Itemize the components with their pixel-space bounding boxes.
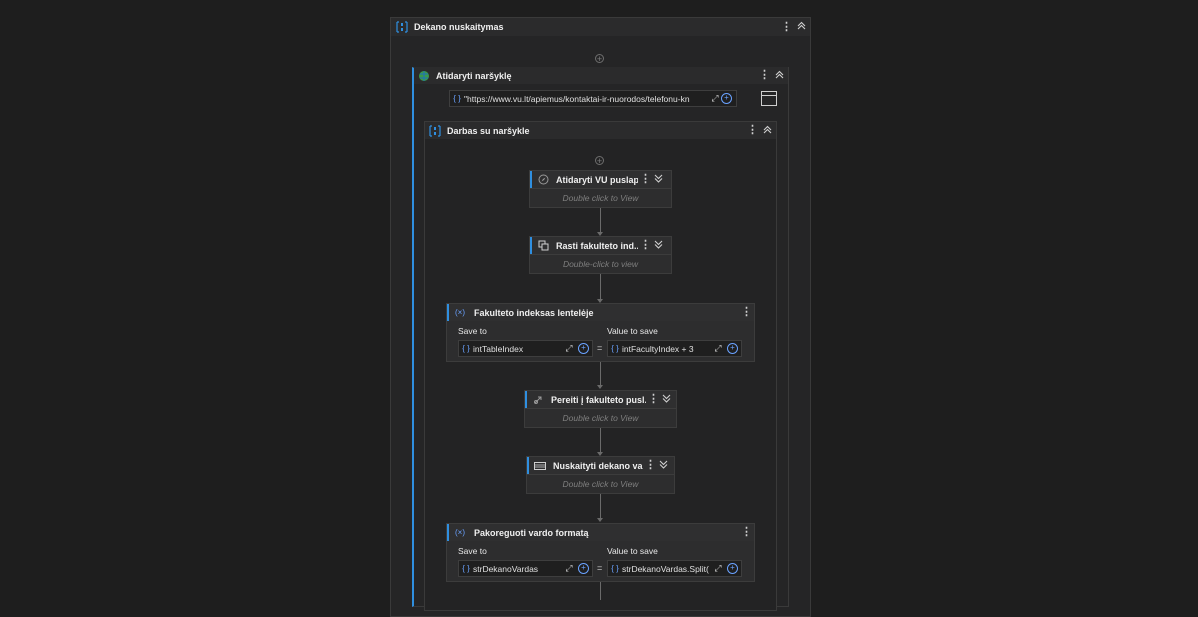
activity-card[interactable]: Nuskaityti dekano va... ⋮ Double click t…: [526, 456, 675, 494]
browser-window-icon[interactable]: [761, 91, 777, 106]
connector-line: [600, 582, 601, 600]
assign-icon: (×): [455, 528, 465, 537]
expression-icon: { }: [462, 344, 470, 353]
find-element-icon: [537, 240, 549, 252]
value-field[interactable]: { } intFacultyIndex + 3 ⤢ +: [607, 340, 742, 357]
sequence-title: Dekano nuskaitymas: [414, 22, 504, 32]
activity-card[interactable]: Atidaryti VU puslapį ⋮ Double click to V…: [529, 170, 672, 208]
activity-hint: Double click to View: [527, 474, 674, 492]
open-browser-menu-icon[interactable]: ⋮: [759, 70, 770, 81]
connector-line: [600, 362, 601, 386]
compass-icon: [537, 174, 549, 186]
assign-icon: (×): [455, 308, 465, 317]
plus-icon[interactable]: +: [578, 343, 589, 354]
assign-title: Pakoreguoti vardo formatą: [474, 527, 589, 538]
save-to-field[interactable]: { } intTableIndex ⤢ +: [458, 340, 593, 357]
expand-icon[interactable]: [660, 394, 672, 406]
activity-menu-icon[interactable]: ⋮: [648, 394, 659, 405]
equals-sign: =: [597, 563, 603, 573]
add-activity-icon[interactable]: +: [595, 156, 604, 166]
plus-icon[interactable]: +: [727, 343, 738, 354]
plus-icon[interactable]: +: [721, 93, 732, 104]
browser-scope-title: Darbas su naršykle: [447, 125, 530, 136]
expand-editor-icon[interactable]: ⤢: [563, 343, 575, 354]
connector-line: [600, 428, 601, 453]
activity-title: Pereiti į fakulteto pusl...: [551, 394, 646, 405]
assign-header[interactable]: (×) Pakoreguoti vardo formatą ⋮: [447, 524, 754, 541]
activity-title: Atidaryti VU puslapį: [556, 174, 638, 185]
expand-icon[interactable]: [657, 460, 669, 472]
open-browser-header[interactable]: Atidaryti naršyklę ⋮: [414, 67, 788, 84]
url-field[interactable]: { } "https://www.vu.lt/apiemus/kontaktai…: [449, 90, 737, 107]
save-to-label: Save to: [458, 326, 487, 336]
value-expression: strDekanoVardas.Split(: [622, 563, 709, 574]
expression-icon: { }: [453, 94, 461, 103]
activity-header[interactable]: Pereiti į fakulteto pusl... ⋮: [525, 391, 676, 408]
activity-hint: Double click to View: [525, 408, 676, 426]
save-to-label: Save to: [458, 546, 487, 556]
sequence-collapse-icon[interactable]: [795, 21, 807, 33]
activity-menu-icon[interactable]: ⋮: [640, 174, 651, 185]
activity-menu-icon[interactable]: ⋮: [645, 460, 656, 471]
expand-editor-icon[interactable]: ⤢: [712, 343, 724, 354]
plus-icon[interactable]: +: [578, 563, 589, 574]
browser-scope-menu-icon[interactable]: ⋮: [747, 125, 758, 136]
expand-editor-icon[interactable]: ⤢: [709, 93, 721, 104]
plus-icon[interactable]: +: [727, 563, 738, 574]
connector-arrow: [597, 385, 603, 389]
connector-line: [600, 494, 601, 519]
url-value: "https://www.vu.lt/apiemus/kontaktai-ir-…: [464, 93, 690, 104]
assign-menu-icon[interactable]: ⋮: [741, 307, 752, 318]
expand-editor-icon[interactable]: ⤢: [712, 563, 724, 574]
save-to-field[interactable]: { } strDekanoVardas ⤢ +: [458, 560, 593, 577]
expression-icon: { }: [611, 344, 619, 353]
expression-icon: { }: [611, 564, 619, 573]
activity-header[interactable]: Atidaryti VU puslapį ⋮: [530, 171, 671, 188]
text-extract-icon: [534, 460, 546, 472]
activity-header[interactable]: Rasti fakulteto ind... ⋮: [530, 237, 671, 254]
navigate-icon: [532, 394, 544, 406]
sequence-menu-icon[interactable]: ⋮: [781, 21, 792, 33]
value-to-save-label: Value to save: [607, 546, 658, 556]
expand-icon[interactable]: [652, 174, 664, 186]
assign-menu-icon[interactable]: ⋮: [741, 527, 752, 538]
activity-title: Nuskaityti dekano va...: [553, 460, 643, 471]
activity-card[interactable]: Pereiti į fakulteto pusl... ⋮ Double cli…: [524, 390, 677, 428]
scope-icon: [429, 124, 441, 137]
value-to-save-label: Value to save: [607, 326, 658, 336]
connector-line: [600, 208, 601, 233]
open-browser-title: Atidaryti naršyklę: [436, 70, 512, 81]
assign-card[interactable]: (×) Fakulteto indeksas lentelėje ⋮ Save …: [446, 303, 755, 362]
expand-icon[interactable]: [652, 240, 664, 252]
save-to-value: intTableIndex: [473, 343, 524, 354]
activity-hint: Double click to View: [530, 188, 671, 206]
save-to-value: strDekanoVardas: [473, 563, 539, 574]
assign-title: Fakulteto indeksas lentelėje: [474, 307, 594, 318]
activity-card[interactable]: Rasti fakulteto ind... ⋮ Double-click to…: [529, 236, 672, 274]
value-expression: intFacultyIndex + 3: [622, 343, 694, 354]
activity-header[interactable]: Nuskaityti dekano va... ⋮: [527, 457, 674, 474]
assign-header[interactable]: (×) Fakulteto indeksas lentelėje ⋮: [447, 304, 754, 321]
expression-icon: { }: [462, 564, 470, 573]
browser-scope-collapse-icon[interactable]: [761, 125, 773, 137]
activity-hint: Double-click to view: [530, 254, 671, 272]
connector-line: [600, 274, 601, 300]
open-browser-collapse-icon[interactable]: [773, 70, 785, 82]
expand-editor-icon[interactable]: ⤢: [563, 563, 575, 574]
value-field[interactable]: { } strDekanoVardas.Split( ⤢ +: [607, 560, 742, 577]
equals-sign: =: [597, 343, 603, 353]
add-activity-icon[interactable]: +: [595, 54, 604, 64]
sequence-icon: [396, 21, 408, 33]
browser-globe-icon: [418, 70, 430, 82]
assign-card[interactable]: (×) Pakoreguoti vardo formatą ⋮ Save to …: [446, 523, 755, 582]
sequence-header[interactable]: Dekano nuskaitymas ⋮: [391, 18, 810, 36]
activity-title: Rasti fakulteto ind...: [556, 240, 638, 251]
activity-menu-icon[interactable]: ⋮: [640, 240, 651, 251]
browser-scope-header[interactable]: Darbas su naršykle ⋮: [425, 122, 776, 139]
connector-arrow: [597, 518, 603, 522]
